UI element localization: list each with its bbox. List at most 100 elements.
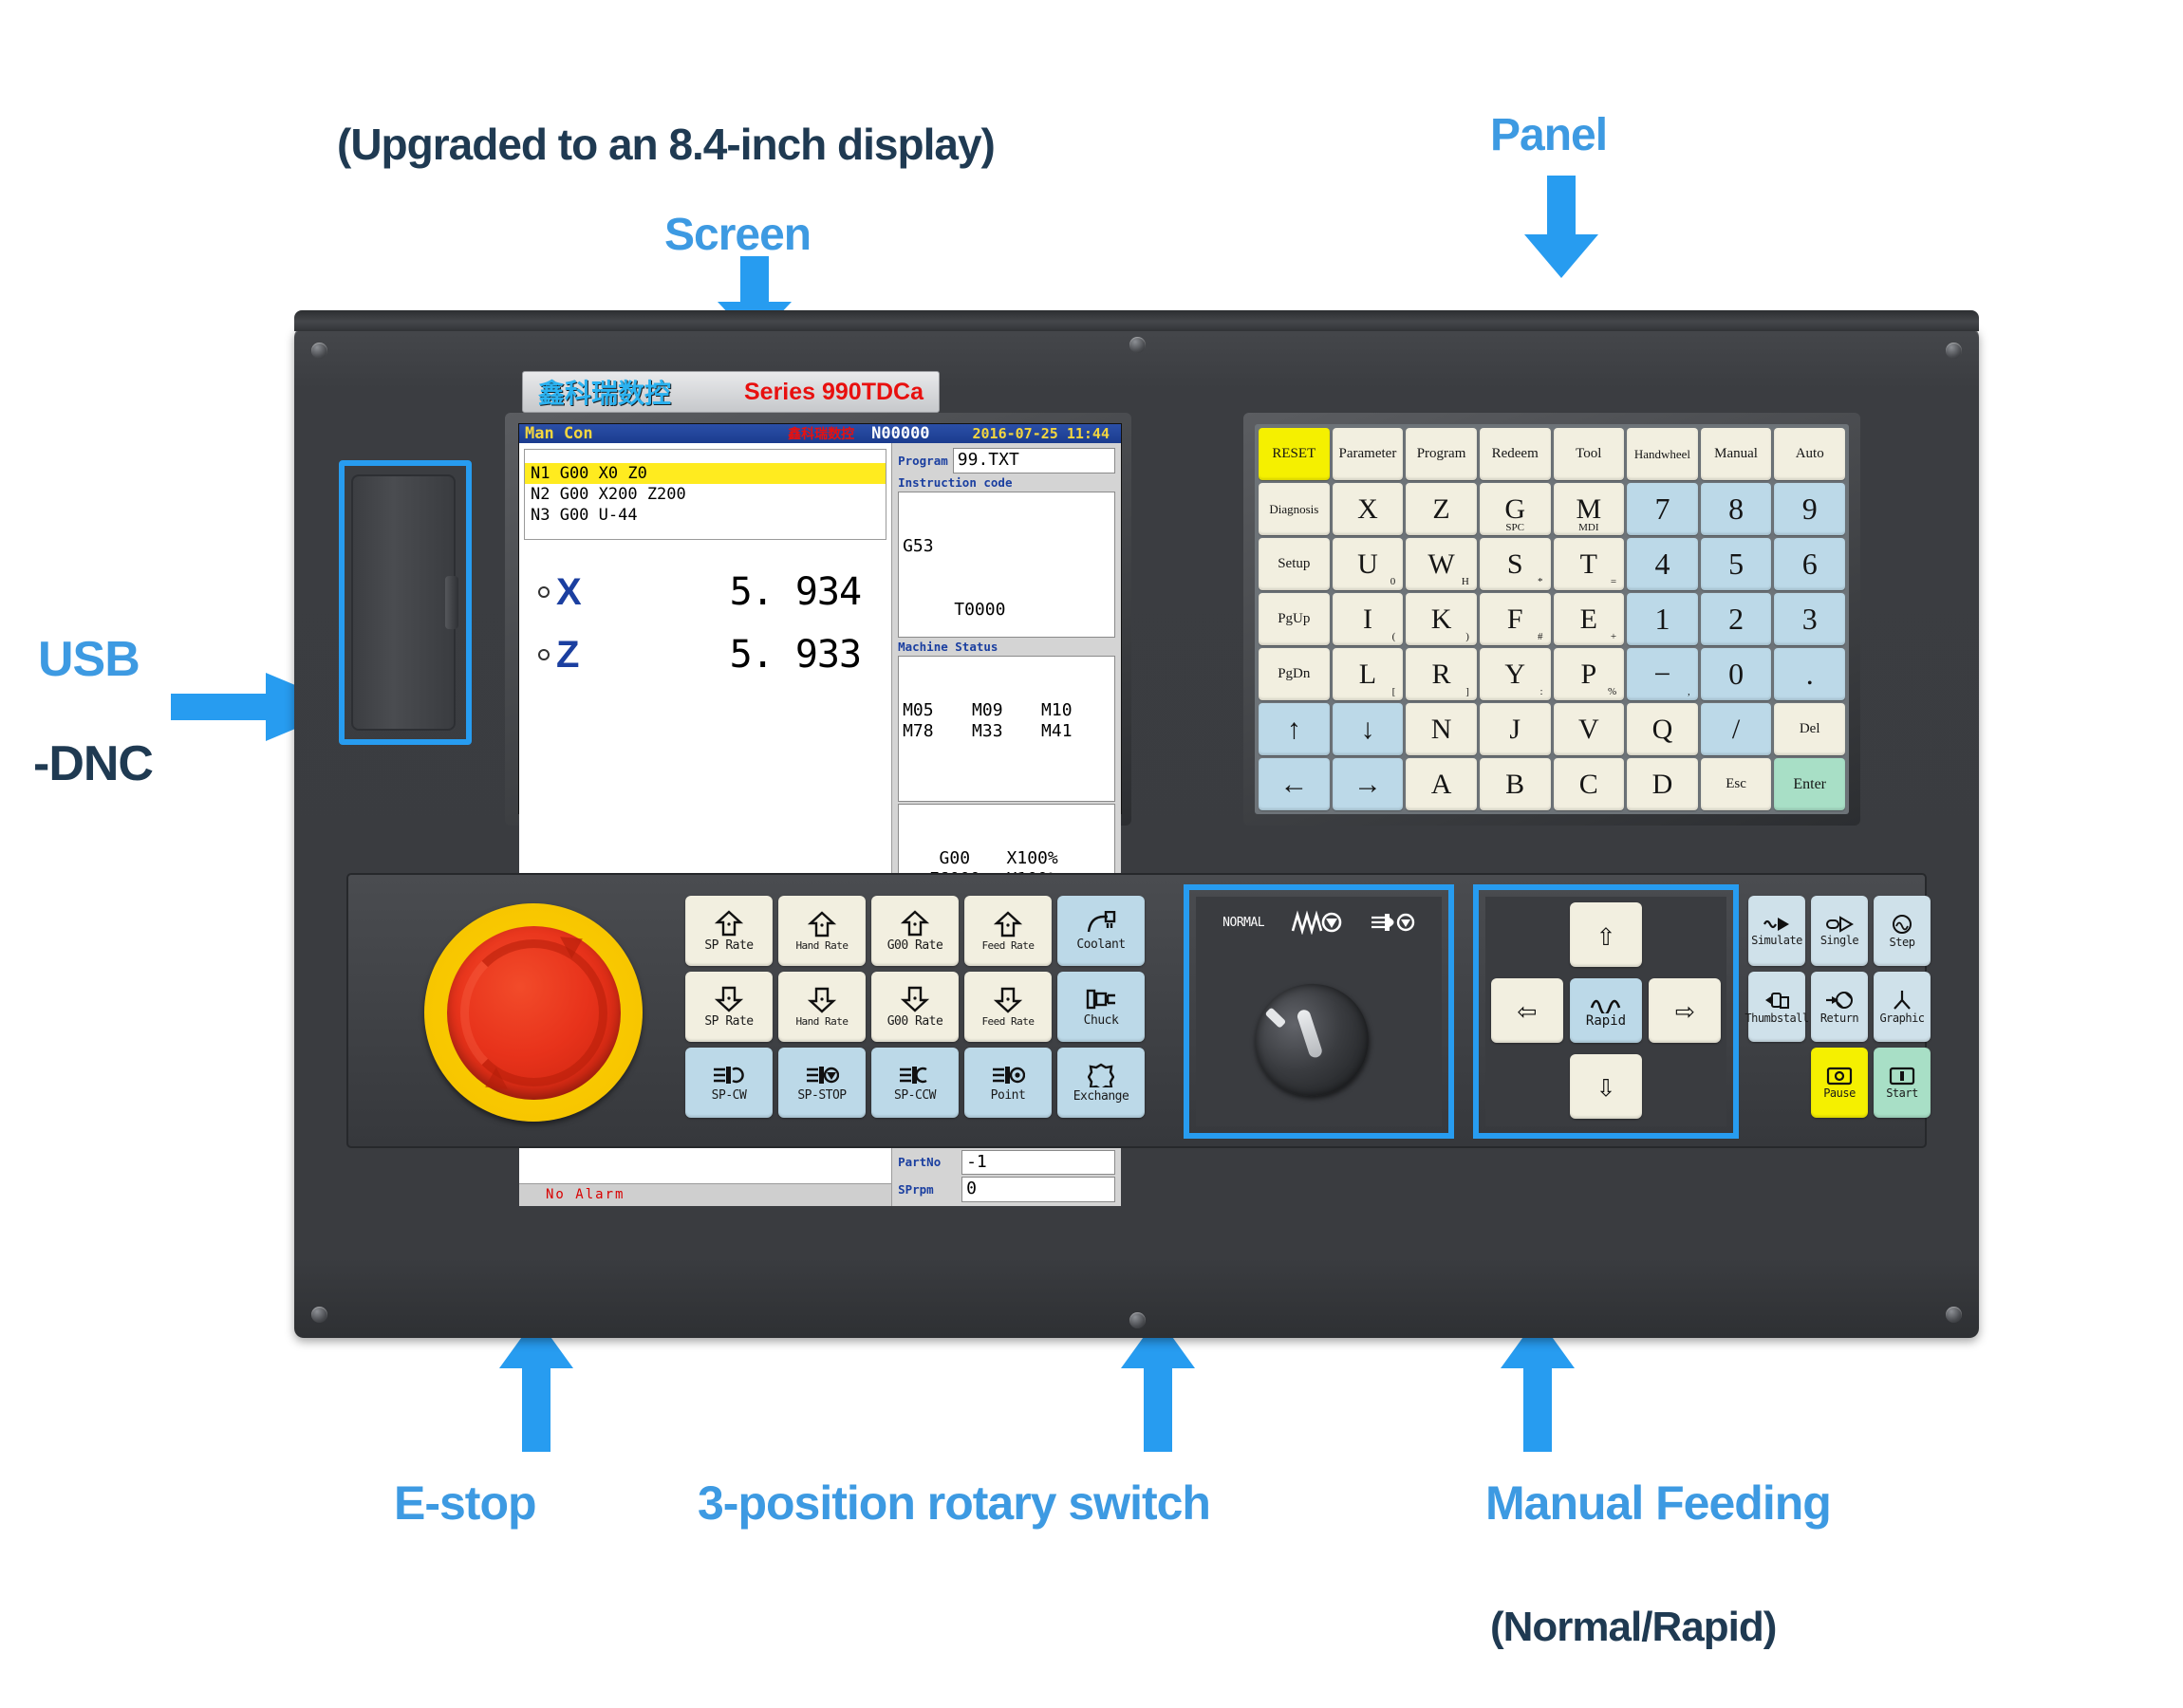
key-label: L — [1358, 658, 1377, 690]
key-w[interactable]: WH — [1406, 538, 1477, 590]
op-button-single[interactable]: Single — [1811, 896, 1868, 966]
key-label: 0 — [1728, 657, 1745, 691]
op-button-sp-ccw[interactable]: SP-CCW — [871, 1048, 959, 1118]
op-button-sp-rate[interactable]: SP Rate — [685, 972, 773, 1042]
op-button-sp-stop[interactable]: SP-STOP — [778, 1048, 866, 1118]
key-parameter[interactable]: Parameter — [1332, 428, 1404, 480]
key-[interactable]: ↑ — [1259, 703, 1330, 755]
program-line-list[interactable]: N1 G00 X0 Z0 N2 G00 X200 Z200 N3 G00 U-44 — [524, 449, 887, 540]
key-[interactable]: ↓ — [1332, 703, 1404, 755]
key-k[interactable]: K) — [1406, 593, 1477, 645]
op-button-simulate[interactable]: Simulate — [1748, 896, 1805, 966]
op-button-g00-rate[interactable]: G00 Rate — [871, 972, 959, 1042]
key-p[interactable]: P% — [1553, 648, 1625, 700]
key-label: M — [1576, 492, 1602, 525]
op-button-point[interactable]: Point — [964, 1048, 1052, 1118]
key-v[interactable]: V — [1553, 703, 1625, 755]
key-sublabel: ( — [1391, 631, 1396, 642]
key-auto[interactable]: Auto — [1774, 428, 1845, 480]
key-q[interactable]: Q — [1627, 703, 1698, 755]
key-u[interactable]: U0 — [1332, 538, 1404, 590]
key-program[interactable]: Program — [1406, 428, 1477, 480]
emergency-stop-button[interactable] — [424, 903, 643, 1122]
key-label: S — [1506, 548, 1523, 580]
op-button-hand-rate[interactable]: Hand Rate — [778, 972, 866, 1042]
key-manual[interactable]: Manual — [1700, 428, 1772, 480]
op-button-chuck[interactable]: Chuck — [1057, 972, 1145, 1042]
key-a[interactable]: A — [1406, 758, 1477, 810]
key-tool[interactable]: Tool — [1553, 428, 1625, 480]
key-t[interactable]: T = — [1553, 538, 1625, 590]
machine-status-code: M05 — [903, 699, 934, 720]
op-button-feed-rate[interactable]: Feed Rate — [964, 972, 1052, 1042]
key-r[interactable]: R] — [1406, 648, 1477, 700]
screenshot-root: (Upgraded to an 8.4-inch display) Screen… — [0, 0, 2183, 1708]
key-e[interactable]: E + — [1553, 593, 1625, 645]
key-[interactable]: ← — [1259, 758, 1330, 810]
op-button-label: G00 Rate — [886, 938, 943, 953]
key-[interactable]: −, — [1627, 648, 1698, 700]
op-button-step[interactable]: Step — [1874, 896, 1931, 966]
key-[interactable]: / — [1700, 703, 1772, 755]
key-diagnosis[interactable]: Diagnosis — [1259, 483, 1330, 535]
key-4[interactable]: 4 — [1627, 538, 1698, 590]
program-line[interactable]: N1 G00 X0 Z0 — [525, 463, 886, 484]
key-m[interactable]: M MDI — [1553, 483, 1625, 535]
op-button-label: SP-STOP — [797, 1087, 847, 1103]
op-button-coolant[interactable]: Coolant — [1057, 896, 1145, 966]
key-d[interactable]: D — [1627, 758, 1698, 810]
op-button-feed-rate[interactable]: Feed Rate — [964, 896, 1052, 966]
key-c[interactable]: C — [1553, 758, 1625, 810]
key-6[interactable]: 6 — [1774, 538, 1845, 590]
machine-status-label: Machine Status — [898, 639, 998, 654]
op-button-pause[interactable]: Pause — [1811, 1048, 1868, 1118]
key-l[interactable]: L[ — [1332, 648, 1404, 700]
key-del[interactable]: Del — [1774, 703, 1845, 755]
key-reset[interactable]: RESET — [1259, 428, 1330, 480]
op-button-label: Coolant — [1076, 937, 1126, 952]
op-button-start[interactable]: Start — [1874, 1048, 1931, 1118]
key-s[interactable]: S * — [1479, 538, 1551, 590]
key-b[interactable]: B — [1479, 758, 1551, 810]
machine-status-code: M09 — [972, 699, 1003, 720]
key-7[interactable]: 7 — [1627, 483, 1698, 535]
key-n[interactable]: N — [1406, 703, 1477, 755]
op-button-label: Single — [1819, 933, 1859, 947]
key-1[interactable]: 1 — [1627, 593, 1698, 645]
op-button-return[interactable]: Return — [1811, 972, 1868, 1042]
op-button-sp-rate[interactable]: SP Rate — [685, 896, 773, 966]
key-z[interactable]: Z — [1406, 483, 1477, 535]
key-y[interactable]: Y: — [1479, 648, 1551, 700]
key-redeem[interactable]: Redeem — [1479, 428, 1551, 480]
key-5[interactable]: 5 — [1700, 538, 1772, 590]
key-pgdn[interactable]: PgDn — [1259, 648, 1330, 700]
key-sublabel: ) — [1465, 631, 1469, 642]
op-button-g00-rate[interactable]: G00 Rate — [871, 896, 959, 966]
op-button-sp-cw[interactable]: SP-CW — [685, 1048, 773, 1118]
key-esc[interactable]: Esc — [1700, 758, 1772, 810]
key-3[interactable]: 3 — [1774, 593, 1845, 645]
key-0[interactable]: 0 — [1700, 648, 1772, 700]
key-[interactable]: . — [1774, 648, 1845, 700]
op-button-graphic[interactable]: Graphic — [1874, 972, 1931, 1042]
key-f[interactable]: F # — [1479, 593, 1551, 645]
key-2[interactable]: 2 — [1700, 593, 1772, 645]
key-g[interactable]: G SPC — [1479, 483, 1551, 535]
op-button-exchange[interactable]: Exchange — [1057, 1048, 1145, 1118]
key-[interactable]: → — [1332, 758, 1404, 810]
program-line[interactable]: N3 G00 U-44 — [525, 505, 886, 526]
op-button-thumbstall[interactable]: Thumbstall — [1745, 972, 1809, 1042]
key-handwheel[interactable]: Handwheel — [1627, 428, 1698, 480]
key-8[interactable]: 8 — [1700, 483, 1772, 535]
key-pgup[interactable]: PgUp — [1259, 593, 1330, 645]
key-9[interactable]: 9 — [1774, 483, 1845, 535]
screw — [1129, 337, 1146, 353]
key-sublabel: [ — [1391, 686, 1396, 697]
key-j[interactable]: J — [1479, 703, 1551, 755]
key-enter[interactable]: Enter — [1774, 758, 1845, 810]
key-x[interactable]: X — [1332, 483, 1404, 535]
key-setup[interactable]: Setup — [1259, 538, 1330, 590]
key-i[interactable]: I( — [1332, 593, 1404, 645]
program-line[interactable]: N2 G00 X200 Z200 — [525, 484, 886, 505]
op-button-hand-rate[interactable]: Hand Rate — [778, 896, 866, 966]
